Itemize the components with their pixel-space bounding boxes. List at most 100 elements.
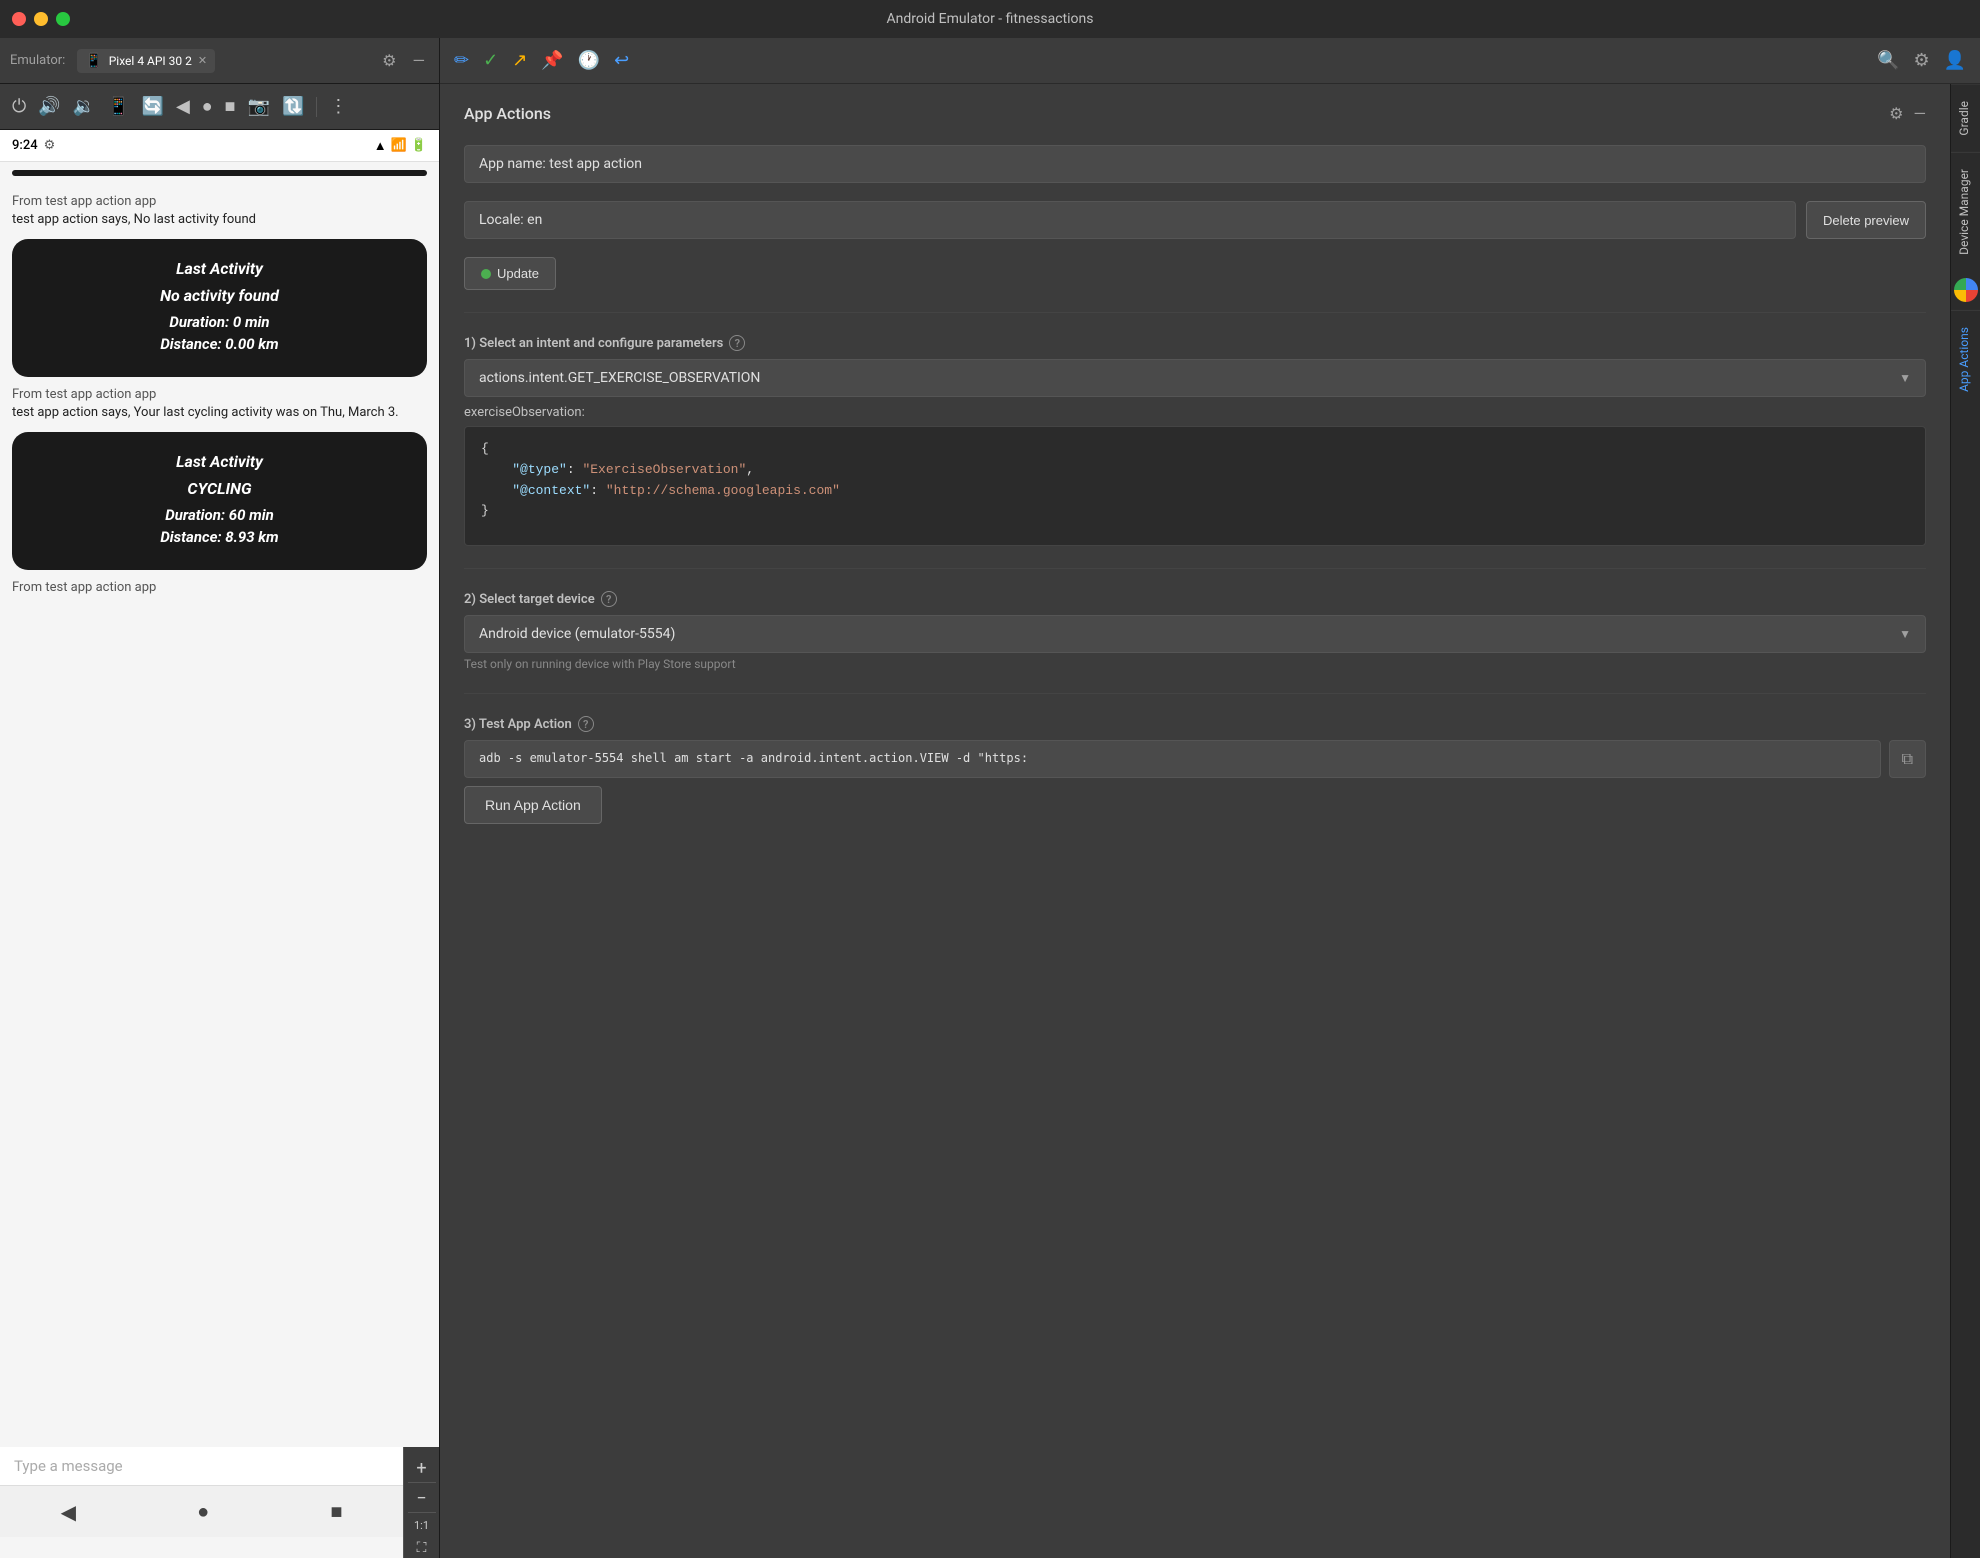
battery-icon: 🔋 <box>411 138 427 153</box>
volume-down-icon[interactable]: 🔉 <box>73 96 95 117</box>
status-settings-icon: ⚙ <box>44 138 56 153</box>
step3-help-icon[interactable]: ? <box>578 716 594 732</box>
update-row: Update <box>464 257 1926 290</box>
profile-icon[interactable]: 👤 <box>1944 50 1966 71</box>
app-actions-content: App Actions ⚙ — App name: test app actio… <box>440 84 1950 1558</box>
update-button[interactable]: Update <box>464 257 556 290</box>
emulator-label: Emulator: <box>10 53 65 68</box>
close-tab-icon[interactable]: ✕ <box>198 54 207 67</box>
step3-section: 3) Test App Action ? adb -s emulator-555… <box>464 716 1926 824</box>
ide-toolbar: ✏ ✓ ↗ 📌 🕐 ↩ 🔍 ⚙ 👤 <box>440 38 1980 84</box>
device-tab[interactable]: 📱 Pixel 4 API 30 2 ✕ <box>77 49 215 73</box>
fullscreen-icon[interactable]: ⛶ <box>415 1538 429 1558</box>
card2-distance: Distance: 8.93 km <box>32 528 407 546</box>
divider-2 <box>464 568 1926 569</box>
gear-icon[interactable]: ⚙ <box>1913 50 1929 71</box>
search-icon[interactable]: 🔍 <box>1877 50 1899 71</box>
card1-distance: Distance: 0.00 km <box>32 335 407 353</box>
rotate-icon[interactable]: 📱 <box>107 96 129 117</box>
section-header: App Actions ⚙ — <box>464 104 1926 123</box>
delete-preview-button[interactable]: Delete preview <box>1806 201 1926 239</box>
message-from-2: From test app action app <box>12 387 427 402</box>
nav-bar: ◀ ● ■ <box>0 1485 403 1537</box>
message-from-3: From test app action app <box>12 580 427 595</box>
panel-minimize-icon[interactable]: — <box>1914 104 1927 123</box>
phone-content[interactable]: From test app action app test app action… <box>0 182 439 1447</box>
camera-icon[interactable]: 📷 <box>248 96 270 117</box>
param-label: exerciseObservation: <box>464 405 1926 420</box>
message-input-placeholder[interactable]: Type a message <box>14 1457 123 1475</box>
undo-icon[interactable]: ↩ <box>614 50 629 71</box>
back-icon[interactable]: ◀ <box>176 96 190 117</box>
signal-icon: 📶 <box>391 138 407 153</box>
clock-icon[interactable]: 🕐 <box>578 50 600 71</box>
stop-icon[interactable]: ■ <box>225 96 236 117</box>
status-bar: 9:24 ⚙ ▲ 📶 🔋 <box>0 130 439 162</box>
divider-3 <box>464 693 1926 694</box>
device-icon: 📱 <box>85 53 102 69</box>
message-input-bar: Type a message <box>0 1447 403 1485</box>
power-icon[interactable]: ⏻ <box>12 96 26 117</box>
minimize-icon[interactable]: — <box>409 49 430 72</box>
record-icon[interactable]: ● <box>202 96 213 117</box>
main-container: Emulator: 📱 Pixel 4 API 30 2 ✕ ⚙ — ⏻ 🔊 🔉… <box>0 38 1980 1558</box>
settings-icon[interactable]: ⚙ <box>378 49 400 72</box>
dropdown-arrow-icon: ▼ <box>1899 371 1911 385</box>
card2-title: Last Activity <box>32 452 407 471</box>
app-actions-tab[interactable]: App Actions <box>1951 310 1980 408</box>
adb-copy-button[interactable]: ⧉ <box>1889 740 1926 778</box>
run-app-action-button[interactable]: Run App Action <box>464 786 602 824</box>
status-time: 9:24 <box>12 138 38 153</box>
window-title: Android Emulator - fitnessactions <box>887 11 1094 27</box>
volume-up-icon[interactable]: 🔊 <box>38 96 60 117</box>
activity-card-1: Last Activity No activity found Duration… <box>12 239 427 377</box>
message-block-3: From test app action app <box>12 580 427 597</box>
close-button[interactable] <box>12 12 26 26</box>
device-dropdown[interactable]: Android device (emulator-5554) ▼ <box>464 615 1926 653</box>
gradle-tab[interactable]: Gradle <box>1951 84 1980 152</box>
locale-row: Locale: en Delete preview <box>464 201 1926 239</box>
activity-card-2: Last Activity CYCLING Duration: 60 min D… <box>12 432 427 570</box>
panel-title: App Actions <box>464 104 551 123</box>
update-dot <box>481 269 491 279</box>
adb-command-field[interactable]: adb -s emulator-5554 shell am start -a a… <box>464 740 1881 778</box>
check-icon[interactable]: ✓ <box>483 50 498 71</box>
intent-dropdown[interactable]: actions.intent.GET_EXERCISE_OBSERVATION … <box>464 359 1926 397</box>
recent-nav-icon[interactable]: ■ <box>330 1499 342 1524</box>
device-manager-tab[interactable]: Device Manager <box>1951 152 1980 271</box>
minimize-button[interactable] <box>34 12 48 26</box>
app-name-field[interactable]: App name: test app action <box>464 145 1926 183</box>
back-nav-icon[interactable]: ◀ <box>61 1500 76 1524</box>
traffic-lights <box>12 12 70 26</box>
pin-icon[interactable]: 📌 <box>541 50 563 71</box>
more-icon[interactable]: ⋮ <box>329 96 347 117</box>
adb-command-row: adb -s emulator-5554 shell am start -a a… <box>464 740 1926 778</box>
panel-settings-icon[interactable]: ⚙ <box>1889 104 1903 123</box>
scroll-indicator <box>12 170 427 176</box>
step1-help-icon[interactable]: ? <box>729 335 745 351</box>
panel-icons: ⚙ — <box>1889 104 1926 123</box>
step2-label: 2) Select target device ? <box>464 591 1926 607</box>
code-editor[interactable]: { "@type": "ExerciseObservation", "@cont… <box>464 426 1926 546</box>
zoom-in-btn[interactable]: + <box>408 1455 436 1483</box>
flip-icon[interactable]: 🔄 <box>142 96 164 117</box>
intent-value: actions.intent.GET_EXERCISE_OBSERVATION <box>479 370 760 386</box>
arrow-up-right-icon[interactable]: ↗ <box>512 50 527 71</box>
card1-title: Last Activity <box>32 259 407 278</box>
card2-subtitle: CYCLING <box>32 479 407 498</box>
step2-section: 2) Select target device ? Android device… <box>464 591 1926 671</box>
locale-field[interactable]: Locale: en <box>464 201 1796 239</box>
edit-icon[interactable]: ✏ <box>454 50 469 71</box>
zoom-out-btn[interactable]: − <box>408 1485 436 1513</box>
replay-icon[interactable]: 🔃 <box>282 96 304 117</box>
message-block-2: From test app action app test app action… <box>12 387 427 422</box>
device-dropdown-arrow-icon: ▼ <box>1899 627 1911 641</box>
google-services-icon[interactable] <box>1954 278 1978 302</box>
zoom-level: 1:1 <box>414 1515 429 1536</box>
home-nav-icon[interactable]: ● <box>197 1499 209 1524</box>
step3-label: 3) Test App Action ? <box>464 716 1926 732</box>
maximize-button[interactable] <box>56 12 70 26</box>
step2-help-icon[interactable]: ? <box>601 591 617 607</box>
divider-1 <box>464 312 1926 313</box>
separator <box>316 97 317 117</box>
